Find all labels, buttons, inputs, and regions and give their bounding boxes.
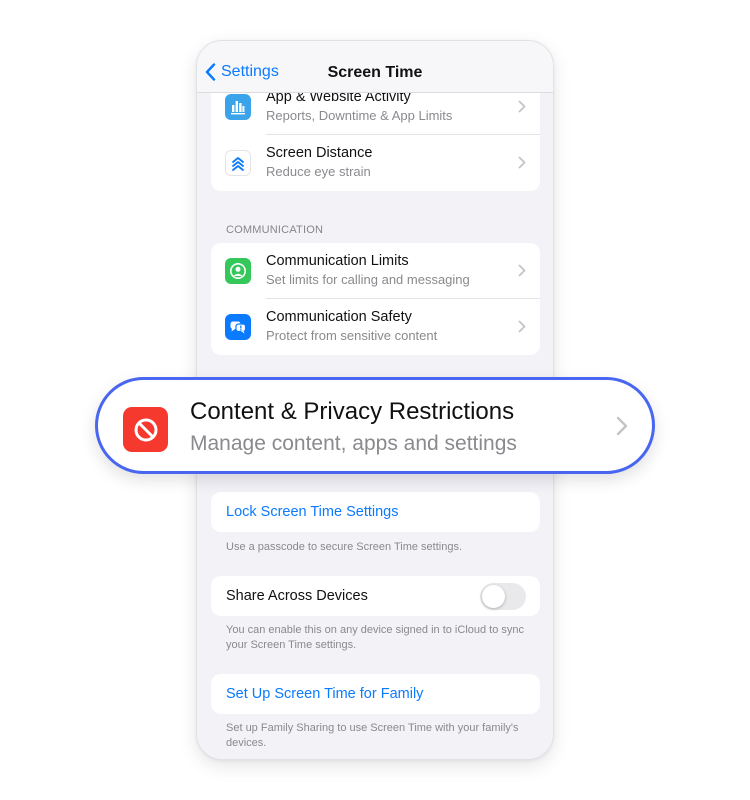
toggle-knob bbox=[482, 585, 505, 608]
item-title: Screen Distance bbox=[266, 145, 373, 161]
list-item-communication-limits[interactable]: Communication Limits Set limits for call… bbox=[211, 243, 540, 299]
activity-group: App & Website Activity Reports, Downtime… bbox=[211, 79, 540, 191]
chevron-right-icon bbox=[518, 264, 526, 277]
chevron-right-icon bbox=[518, 156, 526, 169]
share-group: Share Across Devices bbox=[211, 576, 540, 616]
bar-chart-icon bbox=[225, 94, 251, 120]
share-across-devices-toggle[interactable] bbox=[480, 583, 526, 610]
item-title: Communication Limits bbox=[266, 253, 409, 269]
section-header-communication: COMMUNICATION bbox=[226, 224, 324, 236]
share-footer-text: You can enable this on any device signed… bbox=[226, 624, 525, 651]
list-item-communication-safety[interactable]: Communication Safety Protect from sensit… bbox=[211, 299, 540, 355]
page-title: Screen Time bbox=[327, 64, 423, 81]
lock-group: Lock Screen Time Settings bbox=[211, 492, 540, 532]
share-across-devices-row: Share Across Devices bbox=[211, 576, 540, 616]
item-subtitle: Set limits for calling and messaging bbox=[266, 272, 470, 287]
chat-bubbles-alert-icon bbox=[225, 314, 251, 340]
family-group: Set Up Screen Time for Family bbox=[211, 674, 540, 714]
communication-group: Communication Limits Set limits for call… bbox=[211, 243, 540, 355]
set-up-screen-time-family-button[interactable]: Set Up Screen Time for Family bbox=[211, 674, 540, 714]
family-footer-text: Set up Family Sharing to use Screen Time… bbox=[226, 722, 519, 749]
item-title: Communication Safety bbox=[266, 309, 412, 325]
lock-footer-text: Use a passcode to secure Screen Time set… bbox=[226, 541, 463, 553]
chevron-right-icon bbox=[616, 416, 628, 436]
item-subtitle: Reduce eye strain bbox=[266, 164, 371, 179]
chevron-right-icon bbox=[518, 320, 526, 333]
item-subtitle: Protect from sensitive content bbox=[266, 328, 438, 343]
content-privacy-restrictions-callout[interactable]: Content & Privacy Restrictions Manage co… bbox=[95, 377, 655, 474]
chevrons-up-icon bbox=[225, 150, 251, 176]
callout-subtitle: Manage content, apps and settings bbox=[190, 432, 517, 455]
share-label: Share Across Devices bbox=[226, 588, 368, 604]
item-subtitle: Reports, Downtime & App Limits bbox=[266, 108, 453, 123]
list-item-screen-distance[interactable]: Screen Distance Reduce eye strain bbox=[211, 135, 540, 191]
lock-screen-time-settings-button[interactable]: Lock Screen Time Settings bbox=[211, 492, 540, 532]
navigation-bar: Settings Screen Time bbox=[197, 41, 553, 93]
prohibited-icon bbox=[123, 407, 168, 452]
person-circle-icon bbox=[225, 258, 251, 284]
callout-title: Content & Privacy Restrictions bbox=[190, 398, 515, 425]
chevron-right-icon bbox=[518, 100, 526, 113]
